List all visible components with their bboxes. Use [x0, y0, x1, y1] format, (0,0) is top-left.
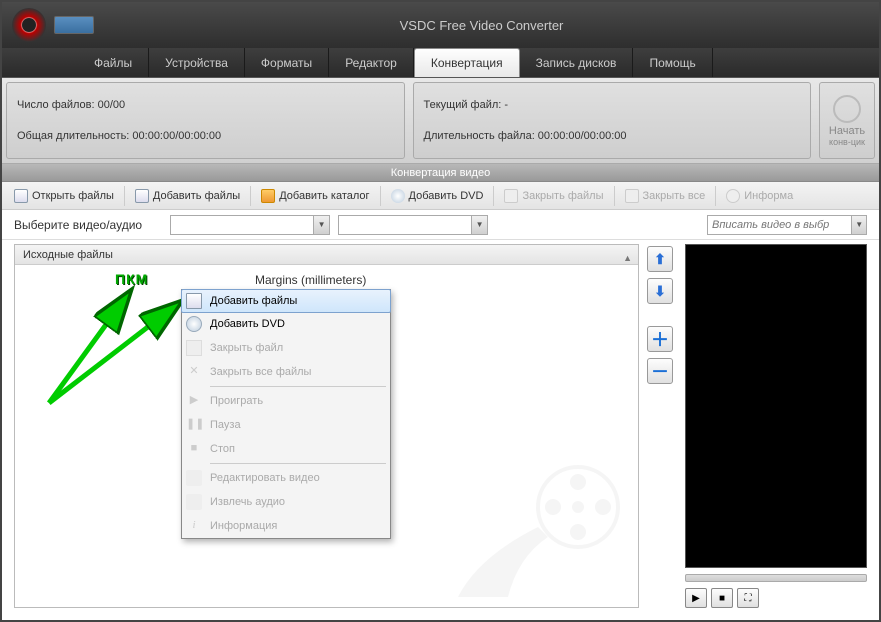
chevron-down-icon: ▼ — [471, 216, 487, 234]
page-icon — [14, 189, 28, 203]
separator — [493, 186, 494, 206]
start-conversion-button[interactable]: Начать конв-цик — [819, 82, 875, 159]
main-area: Исходные файлы ▲ Margins (millimeters) П… — [2, 240, 879, 620]
ctx-extract-audio[interactable]: Извлечь аудио — [182, 490, 390, 514]
separator — [124, 186, 125, 206]
app-title: VSDC Free Video Converter — [400, 18, 564, 33]
ribbon: Число файлов: 00/00 Общая длительность: … — [2, 78, 879, 164]
filmreel-watermark — [448, 457, 628, 597]
files-count: Число файлов: 00/00 — [17, 99, 394, 111]
ctx-close-all[interactable]: ✕Закрыть все файлы — [182, 360, 390, 384]
stop-icon: ■ — [186, 441, 202, 457]
page-minus-icon — [186, 340, 202, 356]
menu-separator — [210, 386, 386, 387]
info-icon: i — [186, 518, 202, 534]
panel-header[interactable]: Исходные файлы ▲ — [15, 245, 638, 265]
audio-extract-icon — [186, 494, 202, 510]
ribbon-footer: Конвертация видео — [2, 164, 879, 182]
close-x-icon: ✕ — [186, 364, 202, 380]
add-dvd-button[interactable]: Добавить DVD — [385, 187, 490, 205]
app-logo — [12, 8, 46, 42]
play-button[interactable]: ▶ — [685, 588, 707, 608]
swirl-icon — [833, 95, 861, 123]
ctx-stop[interactable]: ■Стоп — [182, 437, 390, 461]
current-file: Текущий файл: - — [424, 99, 801, 111]
selector-row: Выберите видео/аудио ▼ ▼ ▼ — [2, 210, 879, 240]
toolbar: Открыть файлы Добавить файлы Добавить ка… — [2, 182, 879, 210]
info-button[interactable]: Информа — [720, 187, 799, 205]
context-menu: Добавить файлы Добавить DVD Закрыть файл… — [181, 289, 391, 539]
titlebar: VSDC Free Video Converter — [2, 2, 879, 48]
separator — [250, 186, 251, 206]
seek-slider[interactable] — [685, 574, 867, 582]
page-minus-icon — [504, 189, 518, 203]
separator — [614, 186, 615, 206]
quick-access-toolbar[interactable] — [54, 16, 94, 34]
stop-button[interactable]: ■ — [711, 588, 733, 608]
margins-text: Margins (millimeters) — [255, 273, 366, 287]
chevron-down-icon: ▼ — [851, 216, 866, 234]
move-up-button[interactable]: ⬆ — [647, 246, 673, 272]
close-x-icon — [625, 189, 639, 203]
ribbon-group-progress-current: Текущий файл: - Длительность файла: 00:0… — [413, 82, 812, 159]
menu-tab-conversion[interactable]: Конвертация — [414, 48, 520, 77]
playback-controls: ▶ ■ ⛶ — [685, 588, 867, 608]
select-media-label: Выберите видео/аудио — [14, 218, 142, 232]
separator — [715, 186, 716, 206]
reorder-buttons: ⬆ ⬇ ＋ － — [647, 244, 677, 608]
fit-video-combo[interactable]: ▼ — [707, 215, 867, 235]
pause-icon: ❚❚ — [186, 417, 202, 433]
separator — [380, 186, 381, 206]
source-files-panel: Исходные файлы ▲ Margins (millimeters) П… — [14, 244, 639, 608]
menu-tab-help[interactable]: Помощь — [633, 48, 712, 77]
open-files-button[interactable]: Открыть файлы — [8, 187, 120, 205]
remove-item-button[interactable]: － — [647, 358, 673, 384]
add-folder-button[interactable]: Добавить каталог — [255, 187, 375, 205]
close-all-button[interactable]: Закрыть все — [619, 187, 712, 205]
page-plus-icon — [135, 189, 149, 203]
page-plus-icon — [186, 293, 202, 309]
menu-tab-editor[interactable]: Редактор — [329, 48, 414, 77]
chevron-up-icon: ▲ — [623, 248, 632, 268]
start-label: Начать — [829, 125, 865, 137]
menu-tab-files[interactable]: Файлы — [78, 48, 149, 77]
start-sub: конв-цик — [829, 137, 865, 147]
close-files-button[interactable]: Закрыть файлы — [498, 187, 609, 205]
total-duration: Общая длительность: 00:00:00/00:00:00 — [17, 130, 394, 142]
menubar: Файлы Устройства Форматы Редактор Конвер… — [2, 48, 879, 78]
dvd-icon — [186, 316, 202, 332]
preview-panel: ▶ ■ ⛶ — [685, 244, 867, 608]
file-duration: Длительность файла: 00:00:00/00:00:00 — [424, 130, 801, 142]
ctx-info[interactable]: iИнформация — [182, 514, 390, 538]
menu-tab-disc-burn[interactable]: Запись дисков — [520, 48, 634, 77]
info-icon — [726, 189, 740, 203]
annotation-pkm: ПКМ — [115, 271, 148, 287]
folder-icon — [261, 189, 275, 203]
menu-tab-formats[interactable]: Форматы — [245, 48, 329, 77]
ribbon-group-progress-files: Число файлов: 00/00 Общая длительность: … — [6, 82, 405, 159]
ctx-pause[interactable]: ❚❚Пауза — [182, 413, 390, 437]
ctx-add-dvd[interactable]: Добавить DVD — [182, 312, 390, 336]
add-files-button[interactable]: Добавить файлы — [129, 187, 246, 205]
move-down-button[interactable]: ⬇ — [647, 278, 673, 304]
play-icon: ▶ — [186, 393, 202, 409]
ctx-play[interactable]: ▶Проиграть — [182, 389, 390, 413]
preset-combo-1[interactable]: ▼ — [170, 215, 330, 235]
ctx-close-file[interactable]: Закрыть файл — [182, 336, 390, 360]
fit-video-input[interactable] — [708, 219, 851, 231]
add-item-button[interactable]: ＋ — [647, 326, 673, 352]
fullscreen-button[interactable]: ⛶ — [737, 588, 759, 608]
dvd-icon — [391, 189, 405, 203]
ctx-edit-video[interactable]: Редактировать видео — [182, 466, 390, 490]
video-preview — [685, 244, 867, 568]
ctx-add-files[interactable]: Добавить файлы — [181, 289, 391, 313]
chevron-down-icon: ▼ — [313, 216, 329, 234]
menu-tab-devices[interactable]: Устройства — [149, 48, 245, 77]
menu-separator — [210, 463, 386, 464]
edit-icon — [186, 470, 202, 486]
preset-combo-2[interactable]: ▼ — [338, 215, 488, 235]
